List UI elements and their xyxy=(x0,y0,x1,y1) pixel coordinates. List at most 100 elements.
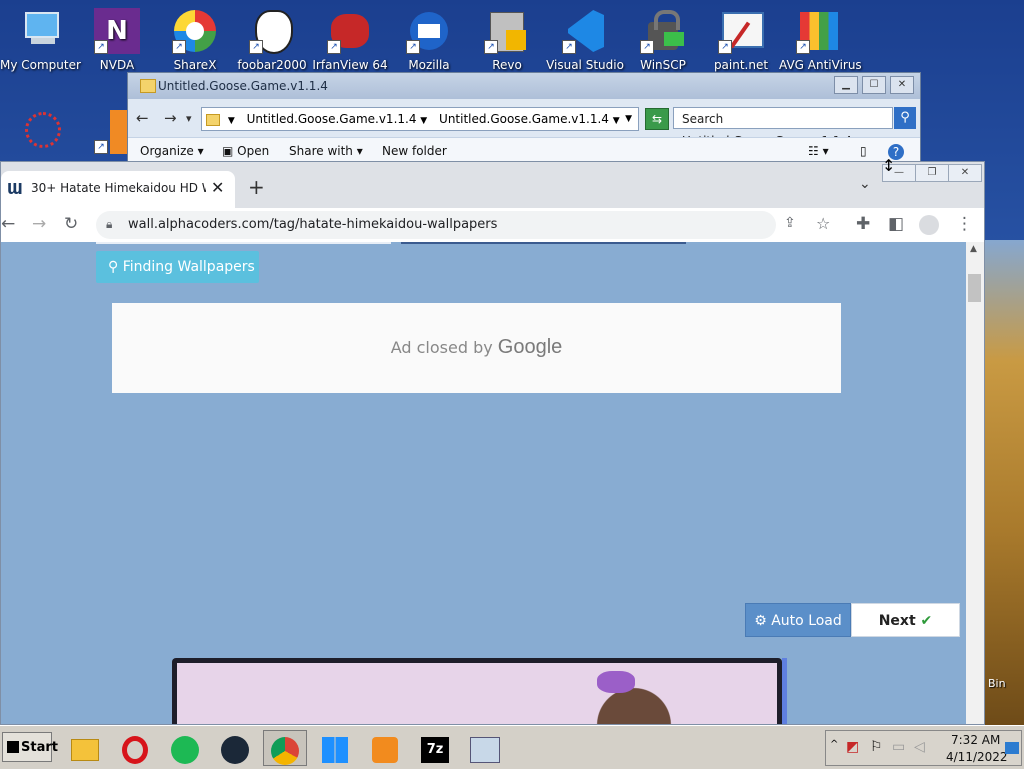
desktop-icon-visual-studio-code[interactable]: ↗ Visual Studio xyxy=(545,8,625,72)
lock-icon[interactable]: 🔒︎ xyxy=(106,217,112,232)
desktop-icon-label: Visual Studio xyxy=(546,58,624,72)
url-text[interactable]: wall.alphacoders.com/tag/hatate-himekaid… xyxy=(128,217,497,232)
folder-icon xyxy=(206,113,220,126)
taskbar-spotify-icon[interactable] xyxy=(163,730,207,766)
recycle-bin-label[interactable]: Bin xyxy=(988,677,1006,690)
profile-avatar-icon[interactable] xyxy=(919,215,939,235)
desktop-icon-irfanview[interactable]: ↗ IrfanView 64 xyxy=(310,8,390,72)
breadcrumb-item[interactable]: Untitled.Goose.Game.v1.1.4 xyxy=(247,112,417,126)
flag-icon[interactable]: ⚐ xyxy=(870,739,883,755)
close-button[interactable]: ✕ xyxy=(948,164,982,182)
next-button[interactable]: Next ✔ xyxy=(851,603,960,637)
desktop-icon-paint-net[interactable]: ↗ paint.net xyxy=(701,8,781,72)
finding-wallpapers-button[interactable]: ⚲ Finding Wallpapers xyxy=(96,251,259,283)
desktop-icon-mozilla-thunderbird[interactable]: ↗ Mozilla xyxy=(389,8,469,72)
reload-icon[interactable]: ↻ xyxy=(64,214,78,234)
ad-closed-box: Ad closed by Google xyxy=(112,303,841,393)
browser-tab-active[interactable]: Ɯ 30+ Hatate Himekaidou HD Wall ✕ xyxy=(1,171,235,208)
tab-search-chevron-icon[interactable]: ⌄ xyxy=(859,176,871,192)
clock-date[interactable]: 4/11/2022 xyxy=(946,750,1008,764)
menu-kebab-icon[interactable]: ⋮ xyxy=(956,214,973,234)
taskbar-opera-icon[interactable] xyxy=(113,730,157,766)
chevron-down-icon[interactable]: ▼ xyxy=(613,116,620,126)
scroll-up-arrow-icon[interactable]: ▲ xyxy=(970,244,977,254)
chevron-down-icon[interactable]: ▼ xyxy=(420,116,427,126)
forward-arrow-icon[interactable]: → xyxy=(32,214,46,234)
desktop-icon-label: Mozilla xyxy=(408,58,450,72)
desktop-icon-label: Revo xyxy=(492,58,522,72)
network-icon[interactable]: ▭ xyxy=(892,739,905,755)
refresh-button[interactable]: ⇆ xyxy=(645,108,669,130)
taskbar: Start 7z ^ ◩ ⚐ ▭ ◁ 7:32 AM 4/11/2022 xyxy=(0,725,1024,769)
wallpaper-image[interactable] xyxy=(177,663,777,724)
tab-title: 30+ Hatate Himekaidou HD Wall xyxy=(31,181,206,195)
breadcrumb-item[interactable]: Untitled.Goose.Game.v1.1.4 xyxy=(439,112,609,126)
browser-window[interactable]: Ɯ 30+ Hatate Himekaidou HD Wall ✕ + ⌄ — … xyxy=(0,161,985,725)
restore-button[interactable]: ❐ xyxy=(915,164,949,182)
wallpaper-thumbnail[interactable] xyxy=(172,658,782,724)
page-scrollbar[interactable]: ▲ xyxy=(966,242,984,724)
avg-icon: ↗ xyxy=(796,8,842,54)
desktop-icon-winscp[interactable]: ↗ WinSCP xyxy=(623,8,703,72)
foobar2000-icon: ↗ xyxy=(249,8,295,54)
open-button[interactable]: ▣ Open xyxy=(222,144,269,158)
antivirus-tray-icon[interactable]: ◩ xyxy=(846,739,859,755)
folder-icon xyxy=(140,79,156,93)
search-icon: ⚲ xyxy=(108,259,119,275)
desktop-icon-sharex[interactable]: ↗ ShareX xyxy=(155,8,235,72)
taskbar-windows-icon[interactable] xyxy=(313,730,357,766)
back-arrow-icon[interactable]: ← xyxy=(1,214,15,234)
page-top-divider-dark xyxy=(401,242,686,244)
volume-icon[interactable]: ◁ xyxy=(914,739,925,755)
desktop-icon-avg-antivirus[interactable]: ↗ AVG AntiVirus xyxy=(779,8,862,72)
clock-time[interactable]: 7:32 AM xyxy=(951,733,1000,747)
side-panel-icon[interactable]: ◧ xyxy=(888,214,904,234)
share-icon[interactable]: ⇪ xyxy=(784,215,796,231)
explorer-titlebar[interactable]: Untitled.Goose.Game.v1.1.4 ▁ ☐ ✕ xyxy=(128,73,920,99)
new-folder-button[interactable]: New folder xyxy=(382,144,447,158)
desktop-icon-my-computer[interactable]: My Computer xyxy=(0,8,81,72)
taskbar-steam-icon[interactable] xyxy=(213,730,257,766)
preview-pane-icon[interactable]: ▯ xyxy=(860,144,867,158)
search-icon[interactable]: ⚲ xyxy=(894,107,916,129)
forward-arrow-icon[interactable]: → xyxy=(164,109,177,127)
taskbar-media-player-icon[interactable] xyxy=(363,730,407,766)
explorer-search-input[interactable]: Search Untitled.Goose.Game.v1.1.4 xyxy=(673,107,893,148)
maximize-button[interactable]: ☐ xyxy=(862,76,886,94)
back-arrow-icon[interactable]: ← xyxy=(136,109,149,127)
close-button[interactable]: ✕ xyxy=(890,76,914,94)
organize-button[interactable]: Organize ▾ xyxy=(140,144,204,158)
taskbar-7zip-icon[interactable]: 7z xyxy=(413,730,457,766)
show-hidden-icons-chevron-icon[interactable]: ^ xyxy=(830,739,838,750)
address-bar[interactable]: 🔒︎ wall.alphacoders.com/tag/hatate-himek… xyxy=(96,211,830,239)
desktop-icon-foobar2000[interactable]: ↗ foobar2000 xyxy=(232,8,312,72)
new-tab-icon[interactable]: + xyxy=(248,175,265,199)
taskbar-chrome-icon[interactable] xyxy=(263,730,307,766)
notification-center-icon[interactable] xyxy=(1005,742,1019,754)
sharex-icon: ↗ xyxy=(172,8,218,54)
taskbar-file-explorer-icon[interactable] xyxy=(63,730,107,766)
share-with-button[interactable]: Share with ▾ xyxy=(289,144,363,158)
extensions-puzzle-icon[interactable]: ✚ xyxy=(856,214,870,234)
address-dropdown-icon[interactable]: ▼ xyxy=(625,108,632,130)
explorer-window[interactable]: Untitled.Goose.Game.v1.1.4 ▁ ☐ ✕ ← → ▾ ▼… xyxy=(127,72,921,170)
desktop-icon-network-graph[interactable] xyxy=(0,108,80,158)
google-logo: Google xyxy=(497,336,563,358)
recent-pages-chevron-icon[interactable]: ▾ xyxy=(186,112,192,125)
revo-icon: ↗ xyxy=(484,8,530,54)
start-button[interactable]: Start xyxy=(2,732,58,762)
explorer-address-bar[interactable]: ▼ Untitled.Goose.Game.v1.1.4 ▼ Untitled.… xyxy=(201,107,639,131)
view-options-icon[interactable]: ☷ ▾ xyxy=(808,144,829,158)
chevron-down-icon[interactable]: ▼ xyxy=(228,116,235,126)
thunderbird-icon: ↗ xyxy=(406,8,452,54)
vscode-icon: ↗ xyxy=(562,8,608,54)
close-tab-icon[interactable]: ✕ xyxy=(211,178,224,197)
desktop-icon-revo-uninstaller[interactable]: ↗ Revo xyxy=(467,8,547,72)
bookmark-star-icon[interactable]: ☆ xyxy=(816,214,830,233)
scrollbar-thumb[interactable] xyxy=(968,274,981,302)
taskbar-performance-monitor-icon[interactable] xyxy=(463,730,507,766)
desktop-icon-nvda[interactable]: N ↗ NVDA xyxy=(77,8,157,72)
auto-load-button[interactable]: ⚙ Auto Load xyxy=(745,603,851,637)
minimize-button[interactable]: ▁ xyxy=(834,76,858,94)
hair-bow-image xyxy=(597,671,635,693)
